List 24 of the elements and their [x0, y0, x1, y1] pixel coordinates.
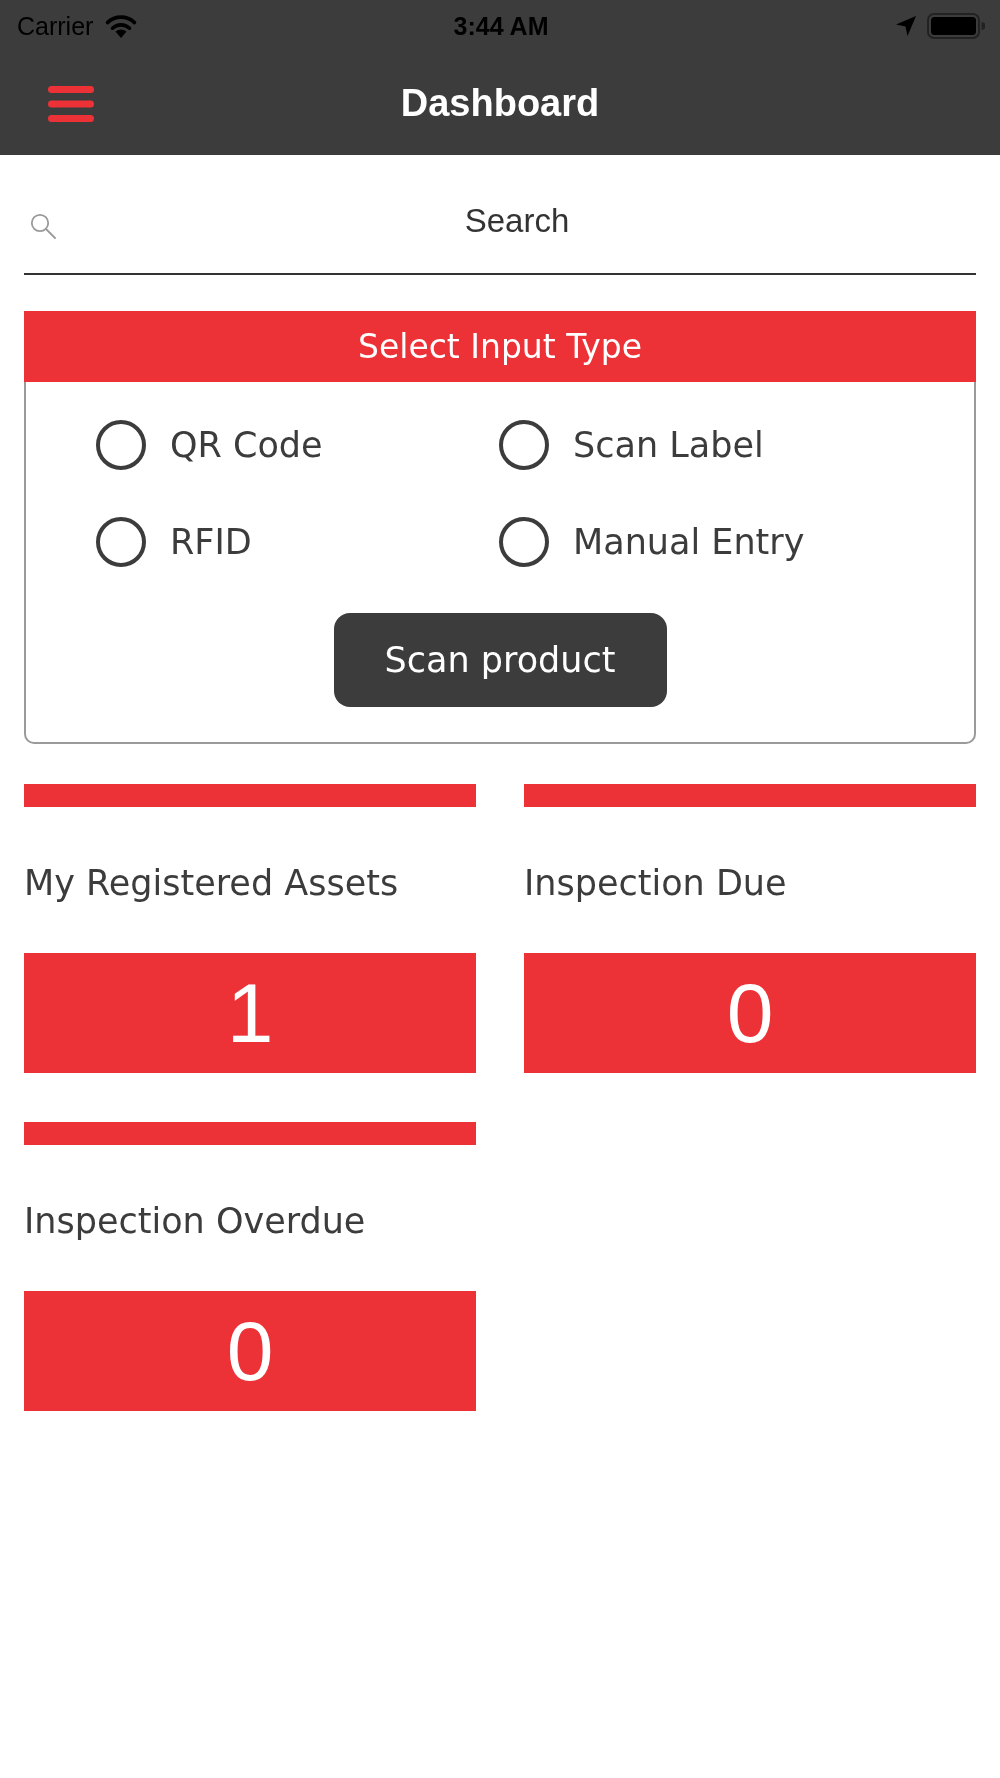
stat-value[interactable]: 1 — [24, 953, 476, 1073]
radio-button[interactable] — [499, 420, 549, 470]
stat-value[interactable]: 0 — [524, 953, 976, 1073]
radio-button[interactable] — [499, 517, 549, 567]
stat-label: Inspection Due — [524, 863, 788, 903]
location-arrow-icon — [895, 15, 917, 37]
stat-label: My Registered Assets — [24, 863, 400, 903]
status-time: 3:44 AM — [453, 11, 549, 41]
radio-label: RFID — [170, 521, 252, 564]
search-icon — [30, 213, 56, 239]
radio-label: Manual Entry — [573, 521, 805, 564]
panel-heading: Select Input Type — [24, 311, 976, 382]
battery-icon — [927, 13, 985, 39]
radio-label: QR Code — [170, 424, 323, 467]
radio-button[interactable] — [96, 517, 146, 567]
page-title: Dashboard — [400, 82, 600, 125]
carrier-name: Carrier — [17, 11, 94, 41]
radio-label: Scan Label — [573, 424, 764, 467]
menu-icon[interactable] — [48, 84, 94, 123]
scan-product-button[interactable]: Scan product — [333, 613, 667, 707]
radio-button[interactable] — [96, 420, 146, 470]
search-field[interactable]: Search — [24, 175, 976, 275]
stat-value[interactable]: 0 — [24, 1291, 476, 1411]
stat-label: Inspection Overdue — [24, 1201, 367, 1241]
